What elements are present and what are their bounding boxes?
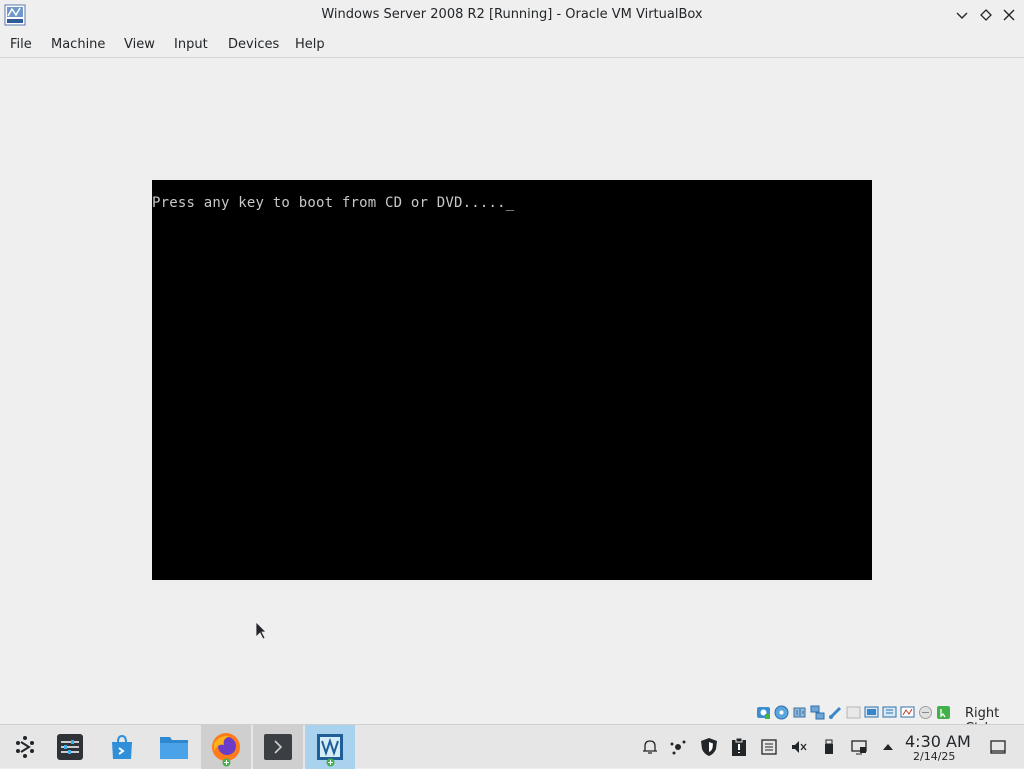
notifications-icon[interactable] [640, 737, 660, 757]
volume-muted-icon[interactable] [789, 737, 809, 757]
usb-icon[interactable] [828, 705, 843, 720]
maximize-icon[interactable] [976, 5, 996, 25]
system-settings-icon[interactable] [45, 725, 95, 769]
menu-file[interactable]: File [10, 37, 32, 52]
close-icon[interactable] [999, 5, 1019, 25]
shared-folders-icon[interactable] [846, 705, 861, 720]
terminal-icon[interactable] [253, 725, 303, 769]
tray-expand-icon[interactable] [878, 737, 898, 757]
removable-device-icon[interactable] [819, 737, 839, 757]
vm-screen[interactable]: Press any key to boot from CD or DVD....… [152, 180, 872, 580]
mouse-integration-icon[interactable] [936, 705, 951, 720]
cpu-icon[interactable] [918, 705, 933, 720]
display-icon[interactable] [864, 705, 879, 720]
file-manager-icon[interactable] [149, 725, 199, 769]
menu-machine[interactable]: Machine [51, 37, 105, 52]
video-capture-icon[interactable] [900, 705, 915, 720]
title-bar: Windows Server 2008 R2 [Running] - Oracl… [0, 0, 1024, 30]
firefox-icon[interactable] [201, 725, 251, 769]
menu-input[interactable]: Input [174, 37, 208, 52]
network-icon[interactable] [849, 737, 869, 757]
virtualbox-icon[interactable] [305, 725, 355, 769]
network-icon[interactable] [810, 705, 825, 720]
menu-devices[interactable]: Devices [228, 37, 279, 52]
kde-connect-icon[interactable] [668, 737, 688, 757]
vm-status-bar: Right Ctrl [0, 702, 1024, 736]
recording-icon[interactable] [882, 705, 897, 720]
clock-date[interactable]: 2/14/25 [913, 750, 955, 763]
menu-bar: File Machine View Input Devices Help [0, 30, 1024, 58]
menu-help[interactable]: Help [295, 37, 325, 52]
security-shield-icon[interactable] [699, 737, 719, 757]
running-indicator-icon [222, 758, 231, 767]
discover-store-icon[interactable] [97, 725, 147, 769]
updates-icon[interactable] [759, 737, 779, 757]
clock-time[interactable]: 4:30 AM [905, 732, 971, 751]
menu-view[interactable]: View [124, 37, 155, 52]
optical-drive-icon[interactable] [774, 705, 789, 720]
vm-display-area[interactable]: Press any key to boot from CD or DVD....… [0, 59, 1024, 702]
application-launcher-icon[interactable] [0, 725, 50, 769]
show-desktop-icon[interactable] [988, 737, 1008, 757]
hard-disk-icon[interactable] [756, 705, 771, 720]
boot-message: Press any key to boot from CD or DVD....… [152, 195, 515, 211]
taskbar: 4:30 AM 2/14/25 [0, 724, 1024, 769]
window-title: Windows Server 2008 R2 [Running] - Oracl… [321, 7, 703, 22]
audio-icon[interactable] [792, 705, 807, 720]
clipboard-icon[interactable] [729, 737, 749, 757]
running-indicator-icon [326, 758, 335, 767]
minimize-icon[interactable] [952, 5, 972, 25]
mouse-pointer-icon [255, 621, 267, 640]
